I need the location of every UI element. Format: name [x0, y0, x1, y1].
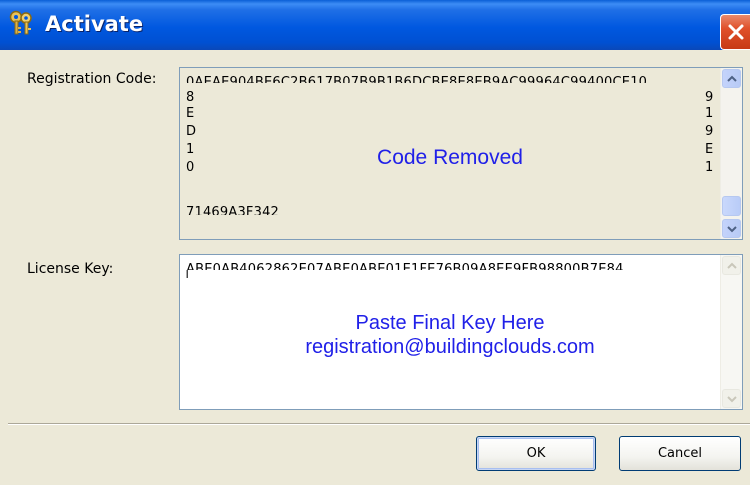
scroll-up-button[interactable] — [722, 69, 741, 88]
registration-code-field[interactable]: 0AEAE904BE6C2B617B07B9B1B6DCBE8E8EB9AC99… — [179, 67, 743, 240]
registration-scrollbar[interactable] — [720, 68, 742, 239]
button-separator — [8, 423, 750, 425]
registration-code-char: 9 — [705, 124, 714, 139]
license-key-field[interactable]: ABE0AB4062862E07ABE0ABE01E1FE76B09A8EE9F… — [179, 254, 743, 410]
keys-icon — [9, 10, 32, 35]
code-removed-notice: Code Removed — [377, 146, 523, 169]
scroll-thumb[interactable] — [722, 196, 741, 216]
scroll-down-arrow-icon — [727, 396, 737, 403]
registration-code-last-line: 71469A3F342 — [186, 205, 280, 215]
registration-email: registration@buildingclouds.com — [305, 336, 595, 358]
scroll-down-button[interactable] — [722, 389, 741, 408]
license-scrollbar[interactable] — [720, 255, 742, 409]
scroll-down-button[interactable] — [722, 219, 741, 238]
registration-code-char: D — [186, 124, 197, 139]
cancel-button[interactable]: Cancel — [619, 436, 741, 471]
ok-button[interactable]: OK — [476, 436, 596, 471]
window-title: Activate — [45, 12, 144, 36]
title-bar[interactable]: Activate — [0, 0, 750, 50]
paste-key-instruction: Paste Final Key Here — [355, 312, 545, 334]
registration-code-label: Registration Code: — [27, 71, 157, 87]
text-caret: | — [185, 269, 190, 278]
license-key-first-line: ABE0AB4062862E07ABE0ABE01E1FE76B09A8EE9F… — [186, 262, 624, 270]
activate-dialog: Activate Registration Code: 0AEAE904BE6C… — [0, 0, 750, 485]
registration-code-char: 8 — [186, 90, 195, 105]
registration-code-char: E — [186, 106, 195, 121]
scroll-up-arrow-icon — [727, 262, 737, 269]
close-button[interactable] — [720, 14, 750, 50]
registration-code-char: 9 — [705, 90, 714, 105]
scroll-up-arrow-icon — [727, 75, 737, 82]
registration-code-first-line: 0AEAE904BE6C2B617B07B9B1B6DCBE8E8EB9AC99… — [186, 75, 648, 83]
registration-code-char: 1 — [705, 106, 714, 121]
license-key-label: License Key: — [27, 261, 114, 277]
scroll-up-button[interactable] — [722, 256, 741, 275]
close-icon — [728, 24, 744, 40]
scroll-down-arrow-icon — [727, 226, 737, 233]
